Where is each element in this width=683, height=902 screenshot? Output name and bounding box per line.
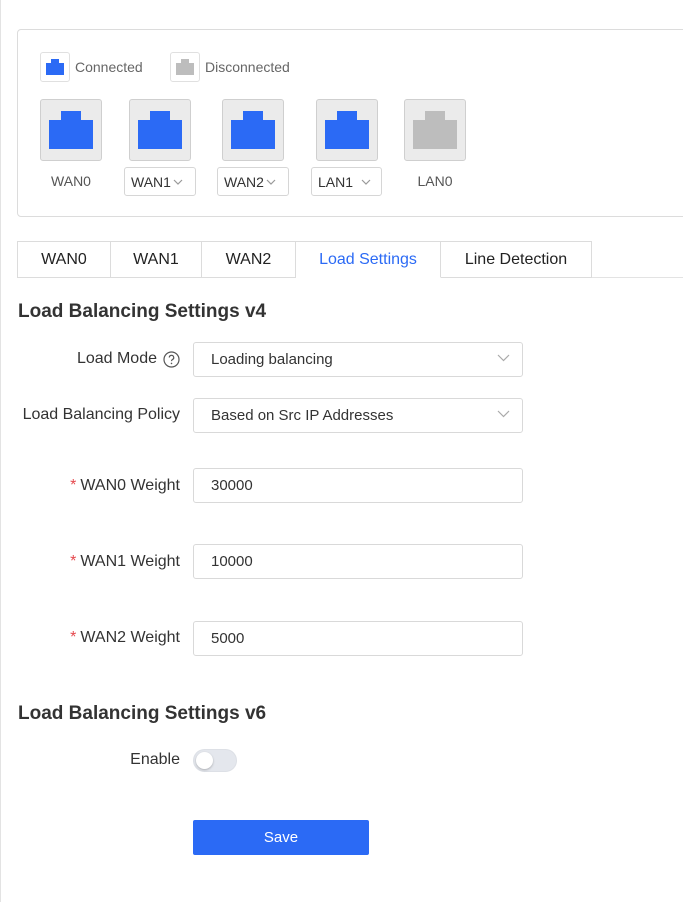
- chevron-down-icon: [266, 179, 276, 185]
- port-select-lan1[interactable]: LAN1: [311, 167, 382, 196]
- load-mode-value: Loading balancing: [211, 351, 333, 368]
- load-mode-select[interactable]: Loading balancing: [193, 342, 523, 377]
- ethernet-port-connected-icon: [49, 111, 93, 149]
- required-mark: *: [70, 553, 77, 570]
- wan0-weight-label: * WAN0 Weight: [70, 477, 180, 495]
- ethernet-port-disconnected-icon: [176, 59, 194, 75]
- tab-load-settings[interactable]: Load Settings: [296, 241, 441, 278]
- tab-wan0[interactable]: WAN0: [17, 241, 111, 278]
- tab-wan2[interactable]: WAN2: [202, 241, 296, 278]
- left-border: [0, 0, 1, 902]
- port-wan0[interactable]: [40, 99, 102, 161]
- port-select-wan1[interactable]: WAN1: [124, 167, 196, 196]
- save-button[interactable]: Save: [193, 820, 369, 855]
- load-mode-label: Load Mode: [77, 350, 180, 368]
- ethernet-port-connected-icon: [231, 111, 275, 149]
- port-label-wan0: WAN0: [51, 173, 91, 189]
- toggle-knob: [196, 752, 213, 769]
- chevron-down-icon: [173, 179, 183, 185]
- port-select-label: WAN2: [224, 173, 264, 190]
- wan1-weight-label-text: WAN1 Weight: [80, 553, 180, 570]
- port-lan1[interactable]: [316, 99, 378, 161]
- port-status-panel: Connected Disconnected WAN0 WAN1 WAN2 LA…: [17, 29, 683, 217]
- port-wan2[interactable]: [222, 99, 284, 161]
- policy-value: Based on Src IP Addresses: [211, 407, 394, 424]
- tab-bar: WAN0 WAN1 WAN2 Load Settings Line Detect…: [17, 241, 592, 278]
- port-select-label: WAN1: [131, 173, 171, 190]
- ethernet-port-connected-icon: [138, 111, 182, 149]
- chevron-down-icon: [361, 179, 371, 185]
- wan2-weight-label: * WAN2 Weight: [70, 629, 180, 647]
- policy-label-text: Load Balancing Policy: [22, 406, 180, 423]
- wan0-weight-input[interactable]: [193, 468, 523, 503]
- chevron-down-icon: [497, 410, 510, 418]
- port-select-wan2[interactable]: WAN2: [217, 167, 289, 196]
- legend-connected: Connected: [40, 52, 143, 82]
- section-title-v4: Load Balancing Settings v4: [18, 301, 267, 322]
- chevron-down-icon: [497, 354, 510, 362]
- port-wan1[interactable]: [129, 99, 191, 161]
- required-mark: *: [70, 477, 77, 494]
- policy-select[interactable]: Based on Src IP Addresses: [193, 398, 523, 433]
- section-title-v6: Load Balancing Settings v6: [18, 703, 267, 724]
- policy-label: Load Balancing Policy: [23, 406, 180, 424]
- wan1-weight-input[interactable]: [193, 544, 523, 579]
- tab-wan1[interactable]: WAN1: [111, 241, 202, 278]
- legend-connected-label: Connected: [75, 59, 143, 75]
- required-mark: *: [70, 629, 77, 646]
- help-icon[interactable]: [163, 350, 180, 368]
- load-mode-label-text: Load Mode: [76, 350, 157, 367]
- wan1-weight-label: * WAN1 Weight: [70, 553, 180, 571]
- legend-disconnected-label: Disconnected: [205, 59, 290, 75]
- wan2-weight-input[interactable]: [193, 621, 523, 656]
- wan2-weight-label-text: WAN2 Weight: [80, 629, 180, 646]
- ethernet-port-connected-icon: [325, 111, 369, 149]
- wan0-weight-label-text: WAN0 Weight: [80, 477, 180, 494]
- tab-line-detection[interactable]: Line Detection: [441, 241, 592, 278]
- enable-label: Enable: [130, 751, 180, 769]
- port-select-label: LAN1: [318, 173, 354, 190]
- enable-label-text: Enable: [130, 751, 180, 768]
- ethernet-port-disconnected-icon: [413, 111, 457, 149]
- legend-disconnected: Disconnected: [170, 52, 290, 82]
- ethernet-port-connected-icon: [46, 59, 64, 75]
- port-label-lan0: LAN0: [417, 173, 453, 189]
- enable-v6-toggle[interactable]: [193, 749, 237, 772]
- port-lan0[interactable]: [404, 99, 466, 161]
